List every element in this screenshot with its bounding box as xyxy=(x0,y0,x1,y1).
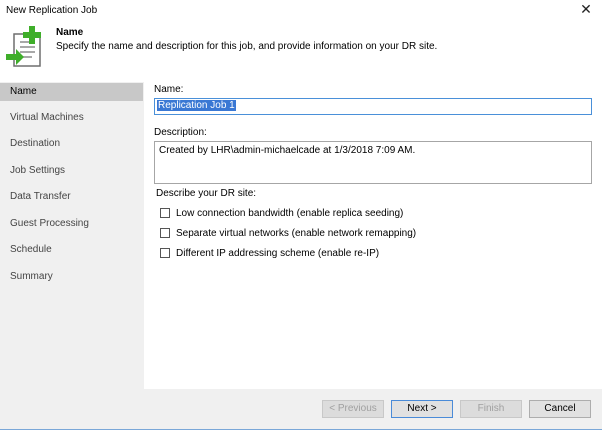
wizard-steps-sidebar: Name Virtual Machines Destination Job Se… xyxy=(0,82,144,389)
different-ip-checkbox[interactable] xyxy=(160,248,170,258)
wizard-footer: < Previous Next > Finish Cancel xyxy=(0,389,602,430)
previous-button[interactable]: < Previous xyxy=(322,400,384,418)
nav-item-destination[interactable]: Destination xyxy=(0,135,143,153)
nav-item-job-settings[interactable]: Job Settings xyxy=(0,162,143,180)
title-bar: New Replication Job ✕ xyxy=(0,0,602,22)
option-separate-networks[interactable]: Separate virtual networks (enable networ… xyxy=(160,226,416,240)
dr-site-label: Describe your DR site: xyxy=(156,188,257,199)
finish-button[interactable]: Finish xyxy=(460,400,522,418)
wizard-header: Name Specify the name and description fo… xyxy=(0,22,602,74)
low-bandwidth-checkbox[interactable] xyxy=(160,208,170,218)
name-label: Name: xyxy=(154,84,184,95)
nav-item-virtual-machines[interactable]: Virtual Machines xyxy=(0,109,143,127)
option-different-ip[interactable]: Different IP addressing scheme (enable r… xyxy=(160,246,379,260)
job-name-value: Replication Job 1 xyxy=(157,100,236,111)
step-content: Name: Replication Job 1 Description: Cre… xyxy=(144,82,602,389)
new-job-icon xyxy=(6,26,41,67)
nav-item-data-transfer[interactable]: Data Transfer xyxy=(0,188,143,206)
option-low-bandwidth[interactable]: Low connection bandwidth (enable replica… xyxy=(160,206,403,220)
new-replication-job-window: New Replication Job ✕ Name Specify the n… xyxy=(0,0,602,430)
job-description-textarea[interactable]: Created by LHR\admin-michaelcade at 1/3/… xyxy=(154,141,592,184)
low-bandwidth-label: Low connection bandwidth (enable replica… xyxy=(176,207,404,219)
step-description: Specify the name and description for thi… xyxy=(56,41,438,52)
description-label: Description: xyxy=(154,127,207,138)
step-title: Name xyxy=(56,27,84,38)
separate-networks-checkbox[interactable] xyxy=(160,228,170,238)
job-name-input[interactable]: Replication Job 1 xyxy=(154,98,592,115)
next-button[interactable]: Next > xyxy=(391,400,453,418)
cancel-button[interactable]: Cancel xyxy=(529,400,591,418)
separate-networks-label: Separate virtual networks (enable networ… xyxy=(176,227,417,239)
nav-item-summary[interactable]: Summary xyxy=(0,268,143,286)
window-title: New Replication Job xyxy=(6,5,98,16)
close-icon[interactable]: ✕ xyxy=(578,1,594,17)
different-ip-label: Different IP addressing scheme (enable r… xyxy=(176,247,380,259)
nav-item-name[interactable]: Name xyxy=(0,83,143,101)
nav-item-guest-processing[interactable]: Guest Processing xyxy=(0,215,143,233)
nav-item-schedule[interactable]: Schedule xyxy=(0,241,143,259)
